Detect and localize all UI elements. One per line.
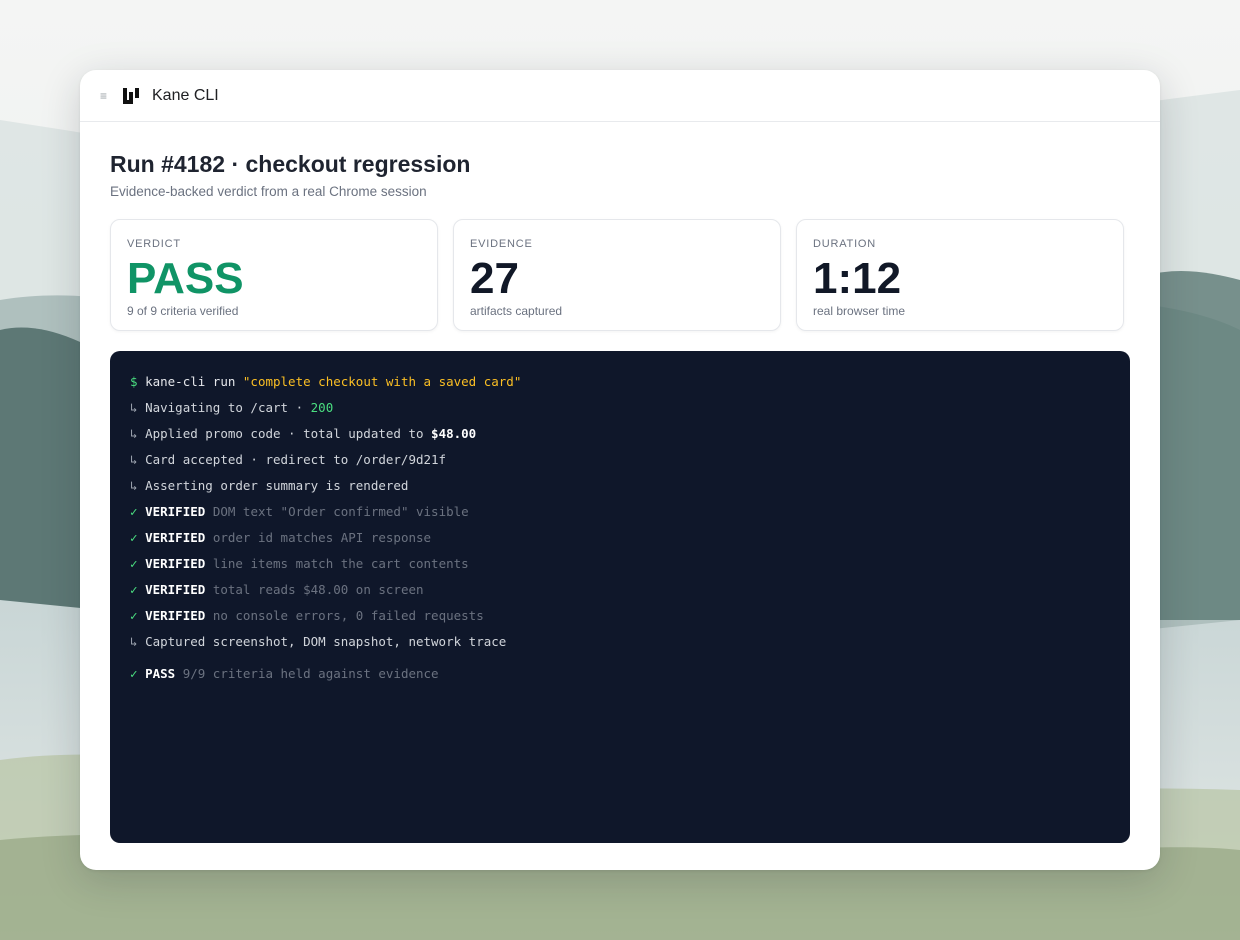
- verification-line: ✓ VERIFIED DOM text "Order confirmed" vi…: [130, 503, 1110, 529]
- verification-line: ✓ VERIFIED order id matches API response: [130, 529, 1110, 555]
- evidence-card: EVIDENCE 27 artifacts captured: [453, 219, 781, 331]
- main-content: Run #4182 · checkout regression Evidence…: [80, 122, 1160, 843]
- captured-text: Captured screenshot, DOM snapshot, netwo…: [145, 634, 507, 649]
- arrow-icon: ↳: [130, 452, 138, 467]
- terminal-output[interactable]: $ kane-cli run "complete checkout with a…: [110, 351, 1130, 843]
- step-text: Applied promo code · total updated to: [145, 426, 432, 441]
- step-text: Navigating to /cart ·: [145, 400, 311, 415]
- check-icon: ✓: [130, 608, 138, 623]
- verified-label: VERIFIED: [145, 556, 206, 571]
- verification-text: no console errors, 0 failed requests: [212, 608, 484, 623]
- title-bar: ≡ Kane CLI: [80, 70, 1160, 122]
- evidence-value: 27: [470, 254, 519, 303]
- duration-card: DURATION 1:12 real browser time: [796, 219, 1124, 331]
- step-text: Card accepted · redirect to /order/9d21f: [145, 452, 447, 467]
- step-line: ↳ Card accepted · redirect to /order/9d2…: [130, 451, 1110, 477]
- verification-line: ✓ VERIFIED total reads $48.00 on screen: [130, 581, 1110, 607]
- arrow-icon: ↳: [130, 478, 138, 493]
- command-argument: "complete checkout with a saved card": [242, 374, 522, 389]
- arrow-icon: ↳: [130, 426, 138, 441]
- check-icon: ✓: [130, 530, 138, 545]
- check-icon: ✓: [130, 666, 138, 681]
- page-subtitle: Evidence-backed verdict from a real Chro…: [110, 184, 427, 199]
- step-line: ↳ Asserting order summary is rendered: [130, 477, 1110, 503]
- stats-row: VERDICT PASS 9 of 9 criteria verified EV…: [110, 219, 1130, 331]
- kane-logo-icon: [122, 87, 140, 105]
- duration-caption: real browser time: [813, 304, 906, 318]
- verification-line: ✓ VERIFIED no console errors, 0 failed r…: [130, 607, 1110, 633]
- app-title: Kane CLI: [152, 86, 219, 104]
- check-icon: ✓: [130, 582, 138, 597]
- verification-text: line items match the cart contents: [212, 556, 469, 571]
- verified-label: VERIFIED: [145, 504, 206, 519]
- step-text: Asserting order summary is rendered: [145, 478, 409, 493]
- duration-label: DURATION: [813, 238, 877, 250]
- result-text: 9/9 criteria held against evidence: [182, 666, 439, 681]
- step-line: ↳ Applied promo code · total updated to …: [130, 425, 1110, 451]
- result-line: ✓ PASS 9/9 criteria held against evidenc…: [130, 665, 1110, 691]
- duration-value: 1:12: [813, 254, 902, 303]
- evidence-caption: artifacts captured: [470, 304, 563, 318]
- page-title: Run #4182 · checkout regression: [110, 151, 471, 177]
- captured-line: ↳ Captured screenshot, DOM snapshot, net…: [130, 633, 1110, 659]
- menu-icon[interactable]: ≡: [100, 90, 112, 102]
- verification-text: order id matches API response: [212, 530, 432, 545]
- status-code: 200: [310, 400, 334, 415]
- verdict-label: VERDICT: [127, 238, 181, 250]
- app-window: ≡ Kane CLI Run #4182 · checkout regressi…: [80, 70, 1160, 870]
- verified-label: VERIFIED: [145, 530, 206, 545]
- verdict-card: VERDICT PASS 9 of 9 criteria verified: [110, 219, 438, 331]
- verdict-value: PASS: [127, 254, 244, 303]
- arrow-icon: ↳: [130, 634, 138, 649]
- verified-label: VERIFIED: [145, 582, 206, 597]
- command-text: kane-cli run: [145, 374, 236, 389]
- check-icon: ✓: [130, 504, 138, 519]
- prompt-symbol: $: [130, 374, 138, 389]
- verdict-caption: 9 of 9 criteria verified: [127, 304, 239, 318]
- step-line: ↳ Navigating to /cart · 200: [130, 399, 1110, 425]
- verification-text: DOM text "Order confirmed" visible: [212, 504, 469, 519]
- verification-line: ✓ VERIFIED line items match the cart con…: [130, 555, 1110, 581]
- total-amount: $48.00: [431, 426, 477, 441]
- verified-label: VERIFIED: [145, 608, 206, 623]
- evidence-label: EVIDENCE: [470, 238, 533, 250]
- terminal-command-line: $ kane-cli run "complete checkout with a…: [130, 373, 1110, 399]
- verification-text: total reads $48.00 on screen: [212, 582, 424, 597]
- arrow-icon: ↳: [130, 400, 138, 415]
- check-icon: ✓: [130, 556, 138, 571]
- result-label: PASS: [145, 666, 176, 681]
